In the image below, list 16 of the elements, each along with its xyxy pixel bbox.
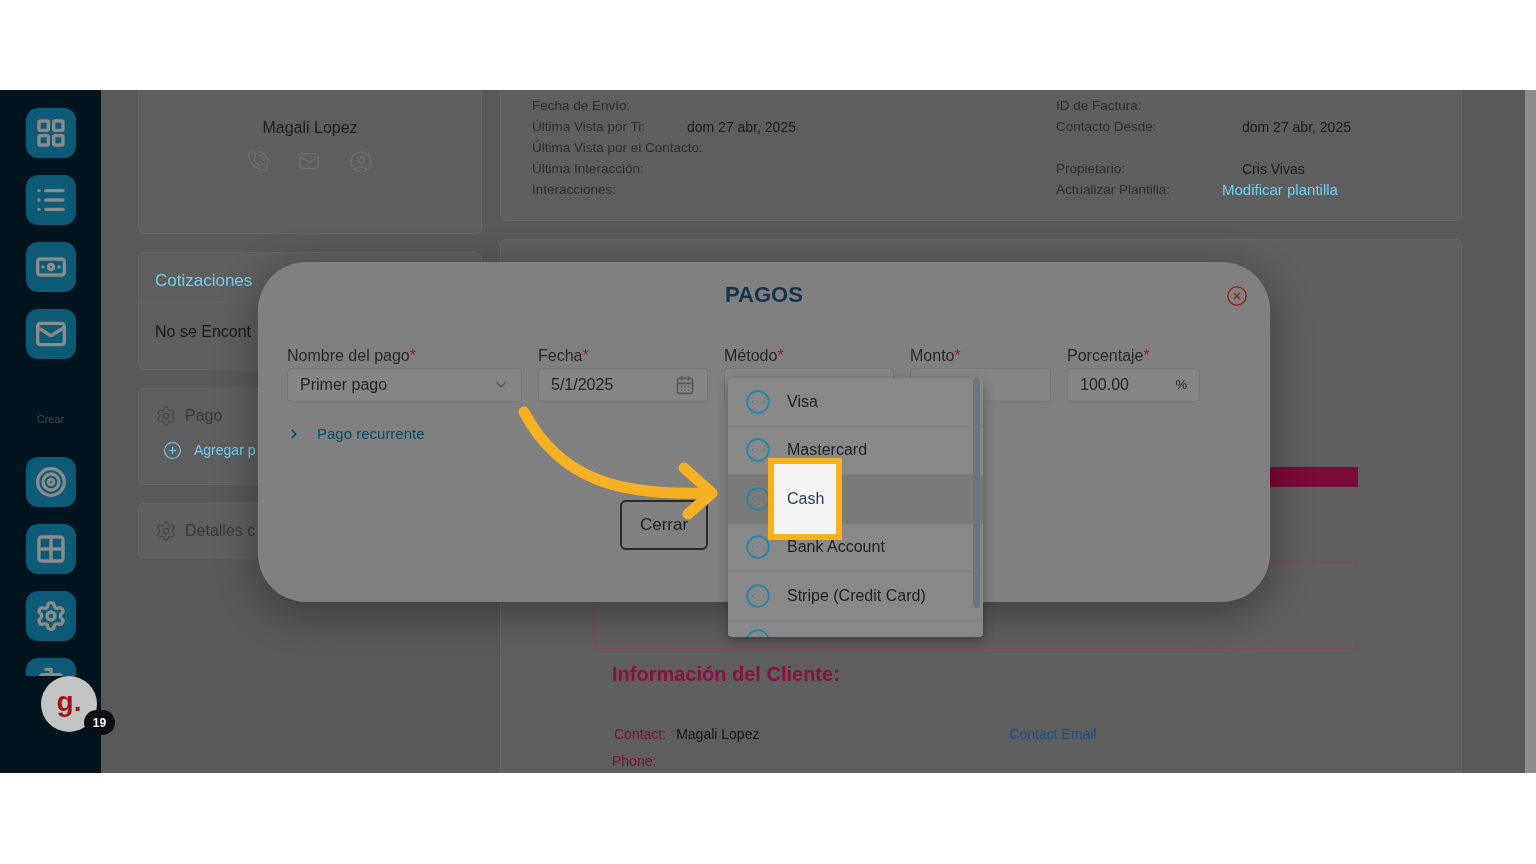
detail-value: dom 27 abr, 2025 <box>687 118 796 137</box>
field-label: Método* <box>724 347 784 365</box>
phone-label: Phone: <box>612 752 658 771</box>
field-label: Porcentaje* <box>1067 347 1150 365</box>
dialog-title: PAGOS <box>725 281 803 309</box>
detail-value: Cris Vivas <box>1241 160 1305 179</box>
field-label: Monto* <box>910 347 961 365</box>
empty-message: No se Encont <box>154 321 253 342</box>
section-label: Crear <box>36 412 65 427</box>
contact-name: Magali Lopez <box>262 118 358 138</box>
contact-label: Contact: <box>614 725 667 744</box>
field-label: Fecha* <box>538 347 589 365</box>
field-label: Nombre del pago* <box>287 347 416 365</box>
contact-value: Magali Lopez <box>676 725 760 744</box>
section-heading: Información del Cliente: <box>612 662 841 687</box>
detail-value: dom 27 abr, 2025 <box>1241 118 1351 137</box>
